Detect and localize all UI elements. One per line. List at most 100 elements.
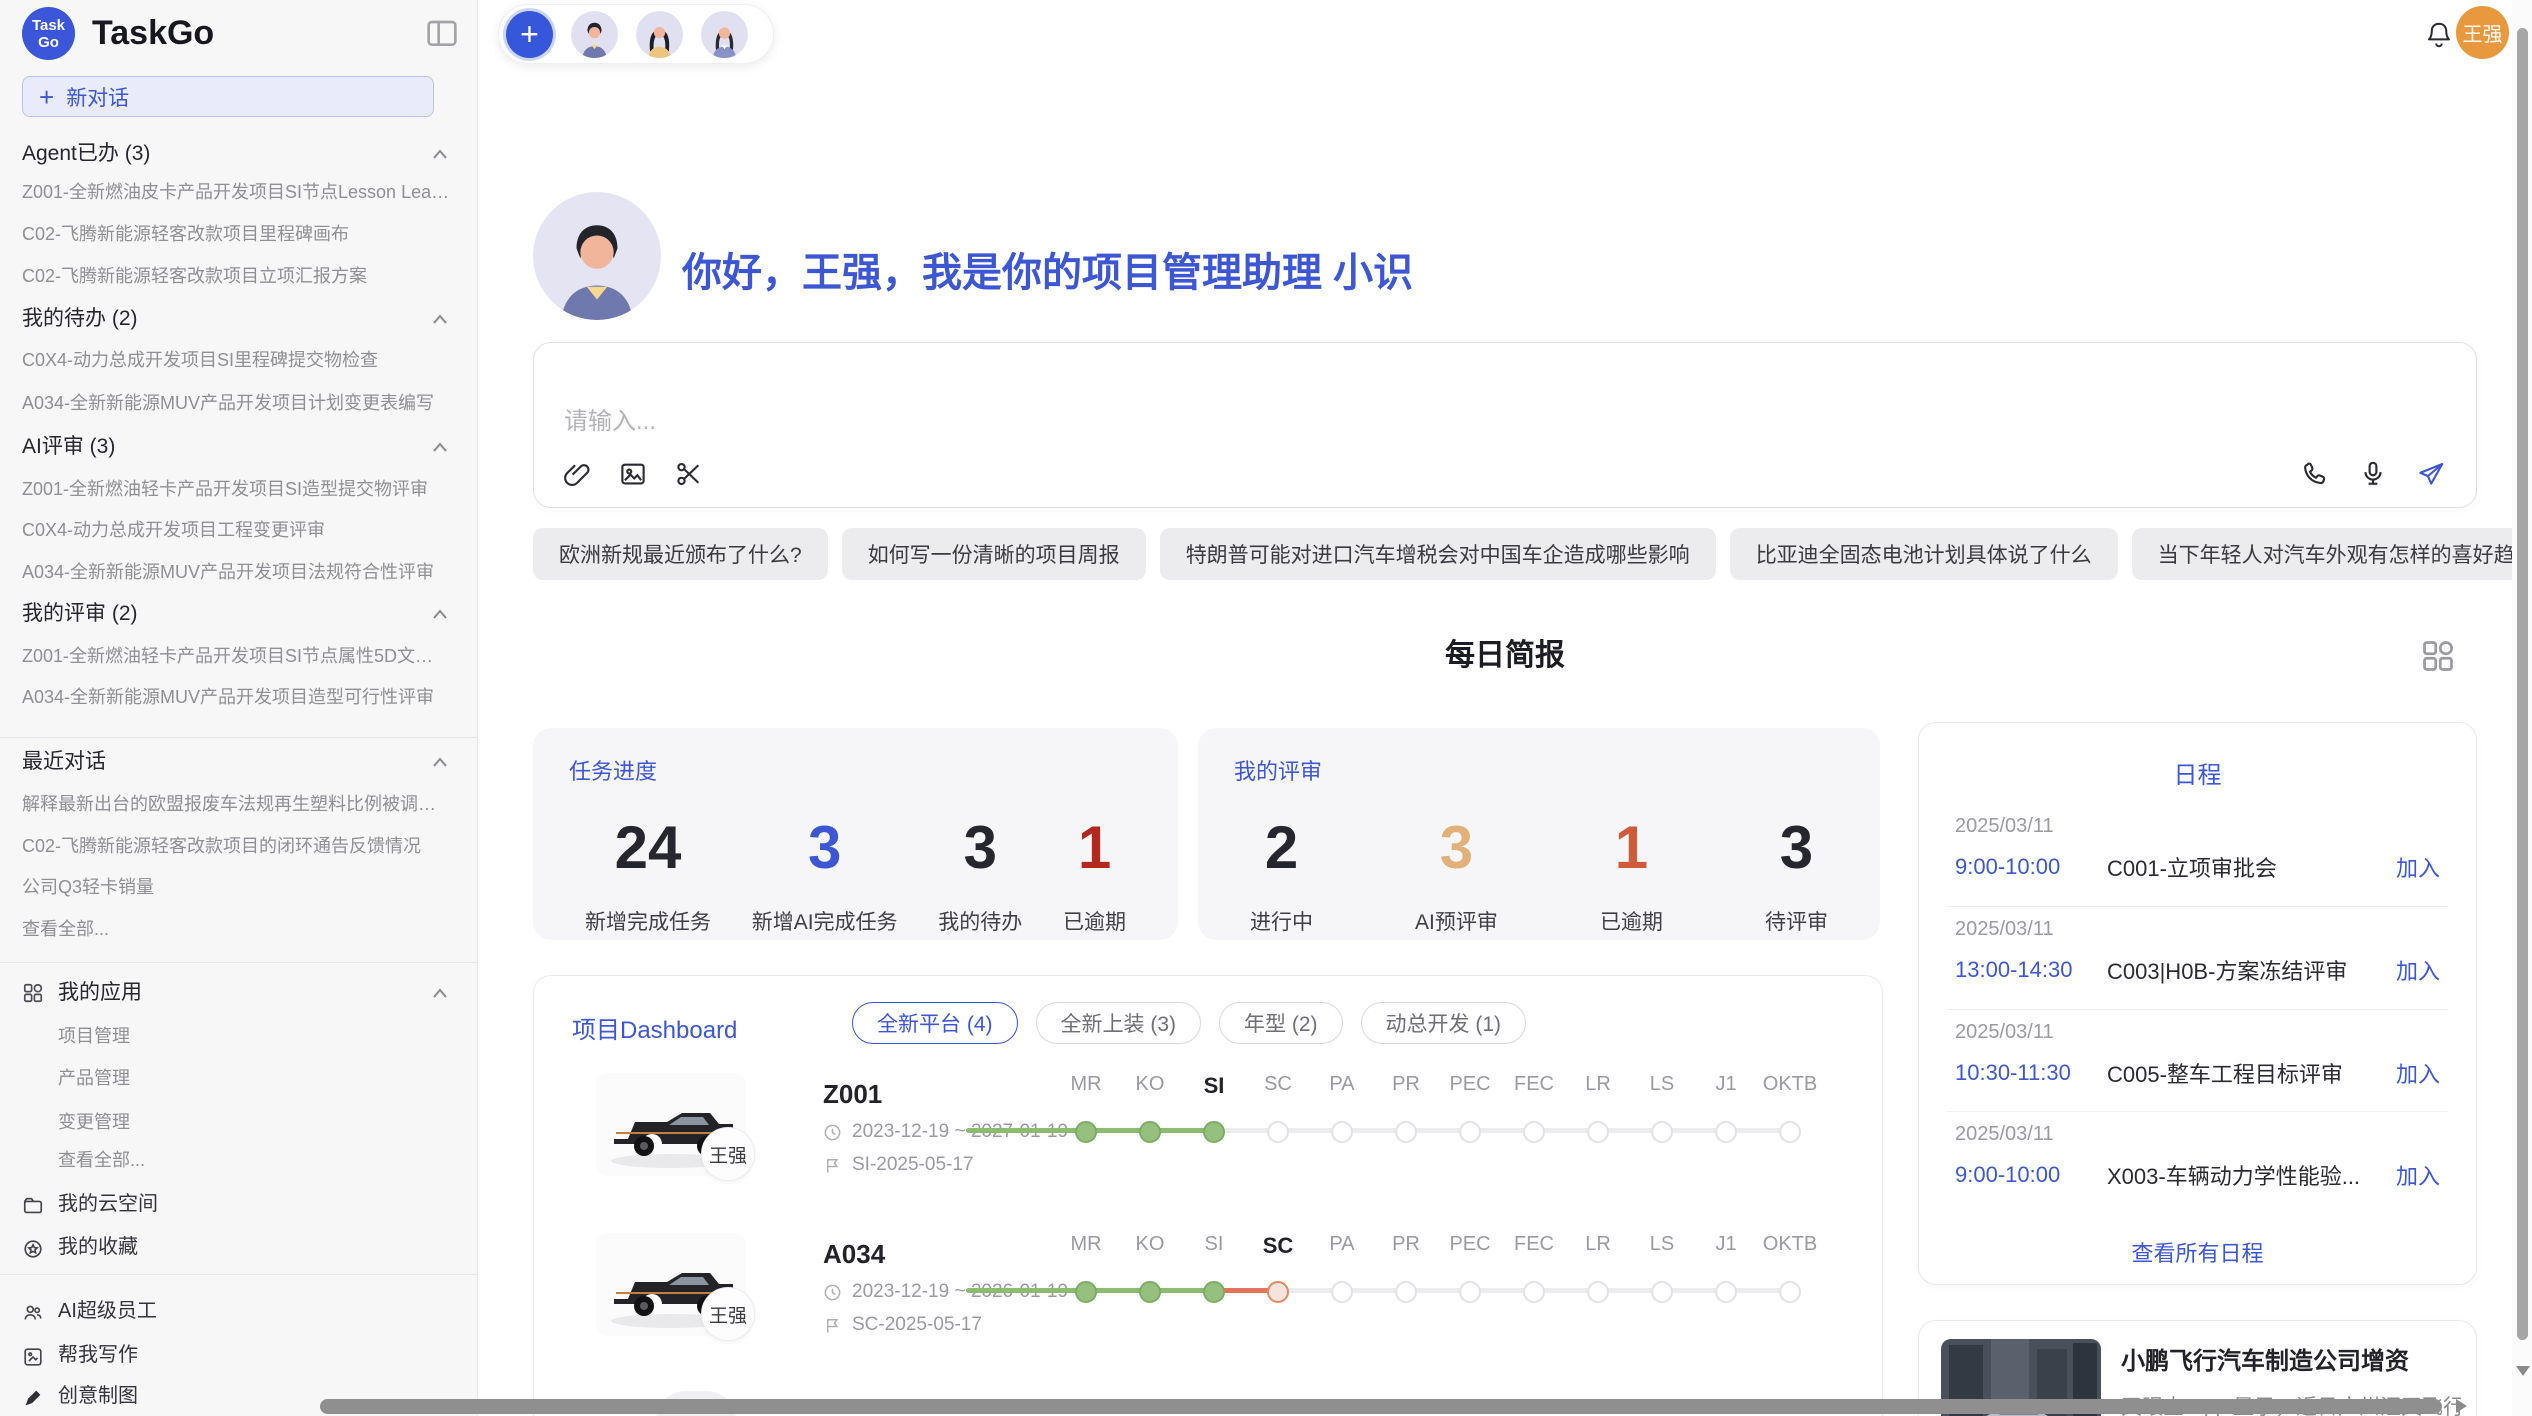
milestone: PR [1374, 1073, 1438, 1143]
add-agent-button[interactable]: + [506, 11, 553, 58]
sidebar-item[interactable]: Z001-全新燃油轻卡产品开发项目SI节点属性5D文件评审 [22, 638, 456, 674]
milestone: LS [1630, 1233, 1694, 1303]
microphone-icon[interactable] [2358, 459, 2388, 489]
sidebar-item[interactable]: C02-飞腾新能源轻客改款项目的闭环通告反馈情况 [22, 828, 456, 864]
stat-label: 新增完成任务 [585, 906, 711, 936]
notification-bell-icon[interactable] [2424, 20, 2454, 52]
layout-grid-icon[interactable] [2420, 638, 2456, 674]
stat-value: 24 [585, 818, 711, 878]
view-all-schedule-link[interactable]: 查看所有日程 [1919, 1236, 2476, 1268]
join-link[interactable]: 加入 [2396, 1057, 2440, 1089]
news-title: 小鹏飞行汽车制造公司增资 [2121, 1341, 2409, 1376]
schedule-time: 9:00-10:00 [1955, 854, 2107, 880]
suggestion-chips: 欧洲新规最近颁布了什么? 如何写一份清晰的项目周报 特朗普可能对进口汽车增税会对… [533, 528, 2477, 580]
milestone: KO [1118, 1233, 1182, 1303]
milestone-dot [1779, 1121, 1801, 1143]
sidebar-item-label: 我的云空间 [58, 1186, 158, 1222]
tab-year-model[interactable]: 年型 (2) [1219, 1002, 1343, 1044]
suggestion-chip[interactable]: 欧洲新规最近颁布了什么? [533, 528, 828, 580]
milestone-label-current: SI [1204, 1073, 1225, 1097]
clock-icon [823, 1123, 842, 1142]
sidebar-item-ai-super-staff[interactable]: AI超级员工 [22, 1293, 456, 1329]
milestone: SC [1246, 1073, 1310, 1143]
app-item-change-mgmt[interactable]: 变更管理 [58, 1104, 456, 1140]
milestone-dot [1587, 1281, 1609, 1303]
horizontal-scrollbar-thumb[interactable] [320, 1399, 2442, 1414]
sidebar-item[interactable]: C0X4-动力总成开发项目SI里程碑提交物检查 [22, 342, 456, 378]
suggestion-chip[interactable]: 特朗普可能对进口汽车增税会对中国车企造成哪些影响 [1160, 528, 1716, 580]
milestone-label: PA [1329, 1073, 1354, 1097]
image-icon[interactable] [618, 459, 648, 489]
app-item-project-mgmt[interactable]: 项目管理 [58, 1018, 456, 1054]
milestone: FEC [1502, 1233, 1566, 1303]
sidebar-item-label: AI超级员工 [58, 1293, 157, 1329]
chevron-up-icon [430, 437, 450, 457]
suggestion-chip[interactable]: 当下年轻人对汽车外观有怎样的喜好趋势 [2132, 528, 2532, 580]
agent-avatar-1[interactable] [571, 11, 618, 58]
join-link[interactable]: 加入 [2396, 851, 2440, 883]
chat-input-card[interactable]: 请输入... [533, 342, 2477, 508]
agent-avatar-3[interactable] [701, 11, 748, 58]
sidebar-collapse-icon[interactable] [426, 18, 458, 46]
milestone: PR [1374, 1233, 1438, 1303]
join-link[interactable]: 加入 [2396, 1159, 2440, 1191]
milestone: PEC [1438, 1073, 1502, 1143]
sidebar-item[interactable]: C0X4-动力总成开发项目工程变更评审 [22, 512, 456, 548]
sidebar-item[interactable]: 公司Q3轻卡销量 [22, 869, 456, 905]
sidebar-item[interactable]: 解释最新出台的欧盟报废车法规再生塑料比例被调至15%... [22, 786, 456, 822]
suggestion-chip[interactable]: 如何写一份清晰的项目周报 [842, 528, 1146, 580]
tab-new-platform[interactable]: 全新平台 (4) [852, 1002, 1018, 1044]
schedule-item: 9:00-10:00 X003-车辆动力学性能验... 加入 [1955, 1159, 2440, 1191]
section-header-my-review[interactable]: 我的评审 (2) [22, 599, 456, 629]
stat: 1 已逾期 [1063, 818, 1126, 936]
tab-powertrain[interactable]: 动总开发 (1) [1361, 1002, 1527, 1044]
attachment-icon[interactable] [562, 459, 592, 489]
section-title: 最近对话 [22, 750, 106, 773]
agent-avatar-2[interactable] [636, 11, 683, 58]
user-avatar[interactable]: 王强 [2456, 6, 2509, 59]
section-header-my-apps[interactable]: 我的应用 [22, 978, 456, 1008]
card-title: 任务进度 [569, 754, 657, 786]
milestone: KO [1118, 1073, 1182, 1143]
divider [0, 737, 478, 738]
section-header-ai-review[interactable]: AI评审 (3) [22, 432, 456, 462]
milestone-label: PEC [1449, 1233, 1490, 1257]
section-header-agent-done[interactable]: Agent已办 (3) [22, 139, 456, 169]
vertical-scrollbar-thumb[interactable] [2517, 28, 2528, 1340]
app-item-product-mgmt[interactable]: 产品管理 [58, 1060, 456, 1096]
section-title: 我的评审 (2) [22, 602, 138, 625]
section-header-recent-chats[interactable]: 最近对话 [22, 747, 456, 777]
sidebar-item[interactable]: Z001-全新燃油轻卡产品开发项目SI造型提交物评审 [22, 471, 456, 507]
sidebar-item[interactable]: A034-全新新能源MUV产品开发项目造型可行性评审 [22, 679, 456, 715]
taskgo-logo: Task Go [22, 7, 75, 60]
sidebar-item-help-me-write[interactable]: 帮我写作 [22, 1337, 456, 1373]
sidebar-item[interactable]: Z001-全新燃油皮卡产品开发项目SI节点Lesson Learn报告 [22, 174, 456, 210]
logo-line2: Go [38, 34, 59, 51]
sidebar-item[interactable]: A034-全新新能源MUV产品开发项目法规符合性评审 [22, 554, 456, 590]
tab-new-top[interactable]: 全新上装 (3) [1036, 1002, 1202, 1044]
agent-switcher: + [498, 4, 774, 64]
milestone-label: FEC [1514, 1073, 1554, 1097]
sidebar-item[interactable]: A034-全新新能源MUV产品开发项目计划变更表编写 [22, 385, 456, 421]
join-link[interactable]: 加入 [2396, 954, 2440, 986]
suggestion-chip[interactable]: 比亚迪全固态电池计划具体说了什么 [1730, 528, 2118, 580]
section-header-my-todo[interactable]: 我的待办 (2) [22, 304, 456, 334]
view-all-apps[interactable]: 查看全部... [58, 1142, 456, 1178]
stat-value: 3 [1765, 818, 1828, 878]
milestone-cells: MR KO SI SC PA PR PEC FEC LR LS J1 OKTB [1054, 1073, 1822, 1143]
milestone-dot-overdue [1267, 1281, 1289, 1303]
new-chat-button[interactable]: + 新对话 [22, 76, 434, 117]
sidebar-item-favorites[interactable]: 我的收藏 [22, 1229, 456, 1265]
milestone-label: PEC [1449, 1073, 1490, 1097]
section-title: AI评审 (3) [22, 435, 115, 458]
milestone-label: MR [1070, 1233, 1101, 1257]
sidebar-item[interactable]: C02-飞腾新能源轻客改款项目里程碑画布 [22, 216, 456, 252]
sidebar-item[interactable]: C02-飞腾新能源轻客改款项目立项汇报方案 [22, 258, 456, 294]
scroll-down-arrow-icon[interactable] [2516, 1366, 2530, 1376]
sidebar-item-cloud-space[interactable]: 我的云空间 [22, 1186, 456, 1222]
scroll-right-arrow-icon[interactable] [2456, 1399, 2467, 1413]
phone-call-icon[interactable] [2300, 459, 2330, 489]
send-icon[interactable] [2416, 459, 2446, 489]
view-all-chats[interactable]: 查看全部... [22, 911, 456, 947]
scissors-icon[interactable] [674, 459, 704, 489]
